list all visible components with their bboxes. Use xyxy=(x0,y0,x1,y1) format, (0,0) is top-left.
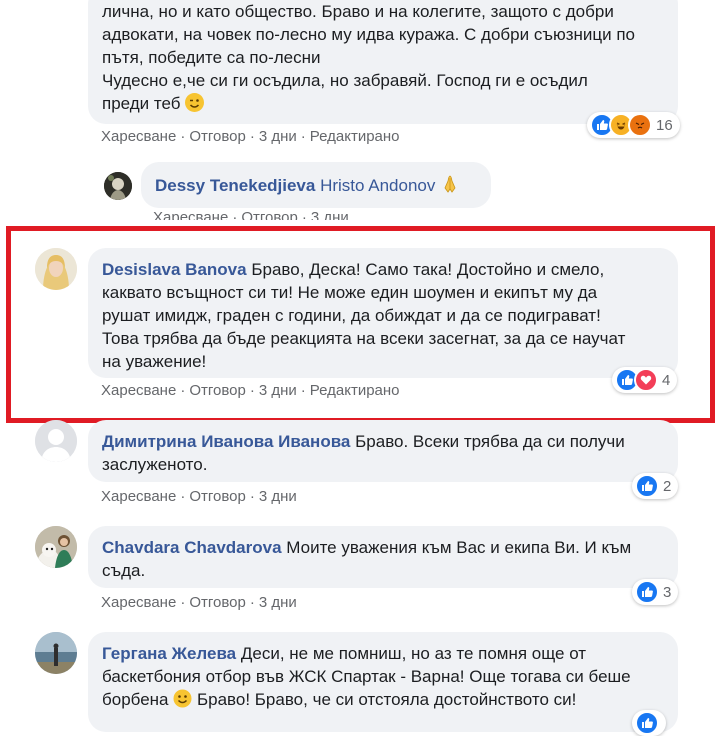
comment-text-line: борбена xyxy=(102,690,169,709)
comment-text-line: Моите уважения към Вас и екипа Ви. И към xyxy=(286,538,632,557)
reply-link[interactable]: Отговор xyxy=(189,128,246,145)
like-reaction-icon xyxy=(635,711,659,735)
like-link[interactable]: Харесване xyxy=(101,488,176,505)
comment-text-line: адвокати, на човек по-лесно му идва кура… xyxy=(102,25,635,44)
comment-text-line: лична, но и като общество. Браво и на ко… xyxy=(102,2,614,21)
comment-bubble: Димитрина Иванова Иванова Браво. Всеки т… xyxy=(88,420,678,482)
comment-bubble: лична, но и като общество. Браво и на ко… xyxy=(88,0,678,124)
reaction-summary[interactable]: 3 xyxy=(632,579,679,605)
reaction-summary[interactable] xyxy=(632,710,666,736)
comment-actions: Харесване · Отговор · 3 дни · Редактирано xyxy=(101,128,400,145)
comment-text-line: Браво. Всеки трябва да си получи xyxy=(355,432,625,451)
avatar[interactable] xyxy=(35,420,77,462)
highlight-box xyxy=(6,226,715,423)
comment-bubble: Chavdara Chavdarova Моите уважения към В… xyxy=(88,526,678,588)
comment-time[interactable]: 3 дни xyxy=(259,128,297,145)
reply-link[interactable]: Отговор xyxy=(189,488,246,505)
reaction-summary[interactable]: 2 xyxy=(632,473,679,499)
comment-author[interactable]: Dessy Tenekedjieva xyxy=(155,176,315,195)
comment-text-line: заслуженото. xyxy=(102,455,208,474)
avatar[interactable] xyxy=(104,172,132,200)
like-link[interactable]: Харесване xyxy=(101,128,176,145)
comment-text-line: Браво! Браво, че си отстояла достойнство… xyxy=(196,690,577,709)
comment-actions: Харесване · Отговор · 3 дни xyxy=(101,488,297,505)
comment-actions: Харесване · Отговор · 3 дни xyxy=(101,594,297,611)
avatar[interactable] xyxy=(35,632,77,674)
comment-bubble: Гергана Желева Деси, не ме помниш, но аз… xyxy=(88,632,678,732)
comment-text-line: съда. xyxy=(102,561,146,580)
comment-time[interactable]: 3 дни xyxy=(259,594,297,611)
comment-time[interactable]: 3 дни xyxy=(311,209,349,220)
comment-text-line: пътя, победите са по-лесни xyxy=(102,48,321,67)
reaction-summary[interactable]: 16 xyxy=(587,112,680,138)
pray-emoji-icon xyxy=(440,174,460,194)
comment-actions: Харесване · Отговор · 3 дни xyxy=(153,209,349,220)
like-reaction-icon xyxy=(635,580,659,604)
reaction-count: 16 xyxy=(656,116,673,134)
wink-emoji-icon xyxy=(185,93,205,112)
comment-author[interactable]: Гергана Желева xyxy=(102,644,236,663)
like-reaction-icon xyxy=(635,474,659,498)
reply-link[interactable]: Отговор xyxy=(189,594,246,611)
comment-time[interactable]: 3 дни xyxy=(259,488,297,505)
comment-author[interactable]: Chavdara Chavdarova xyxy=(102,538,282,557)
comment-text-line: Деси, не ме помниш, но аз те помня още о… xyxy=(240,644,587,663)
angry-reaction-icon xyxy=(628,113,652,137)
comment-author[interactable]: Димитрина Иванова Иванова xyxy=(102,432,350,451)
like-link[interactable]: Харесване xyxy=(153,209,228,220)
reply-link[interactable]: Отговор xyxy=(241,209,298,220)
like-link[interactable]: Харесване xyxy=(101,594,176,611)
edited-label: Редактирано xyxy=(309,128,400,145)
avatar[interactable] xyxy=(35,526,77,568)
mention-link[interactable]: Hristo Andonov xyxy=(320,176,435,195)
reaction-count: 2 xyxy=(663,477,672,495)
comment-text-line: преди теб xyxy=(102,92,665,115)
reaction-count: 3 xyxy=(663,583,672,601)
smile-emoji-icon xyxy=(173,689,192,708)
comment-text-line: Чудесно е,че си ги осъдила, но забравяй.… xyxy=(102,71,588,90)
comment-text-line: баскетбония отбор във ЖСК Спартак - Варн… xyxy=(102,667,631,686)
reply-bubble: Dessy Tenekedjieva Hristo Andonov xyxy=(141,162,491,208)
